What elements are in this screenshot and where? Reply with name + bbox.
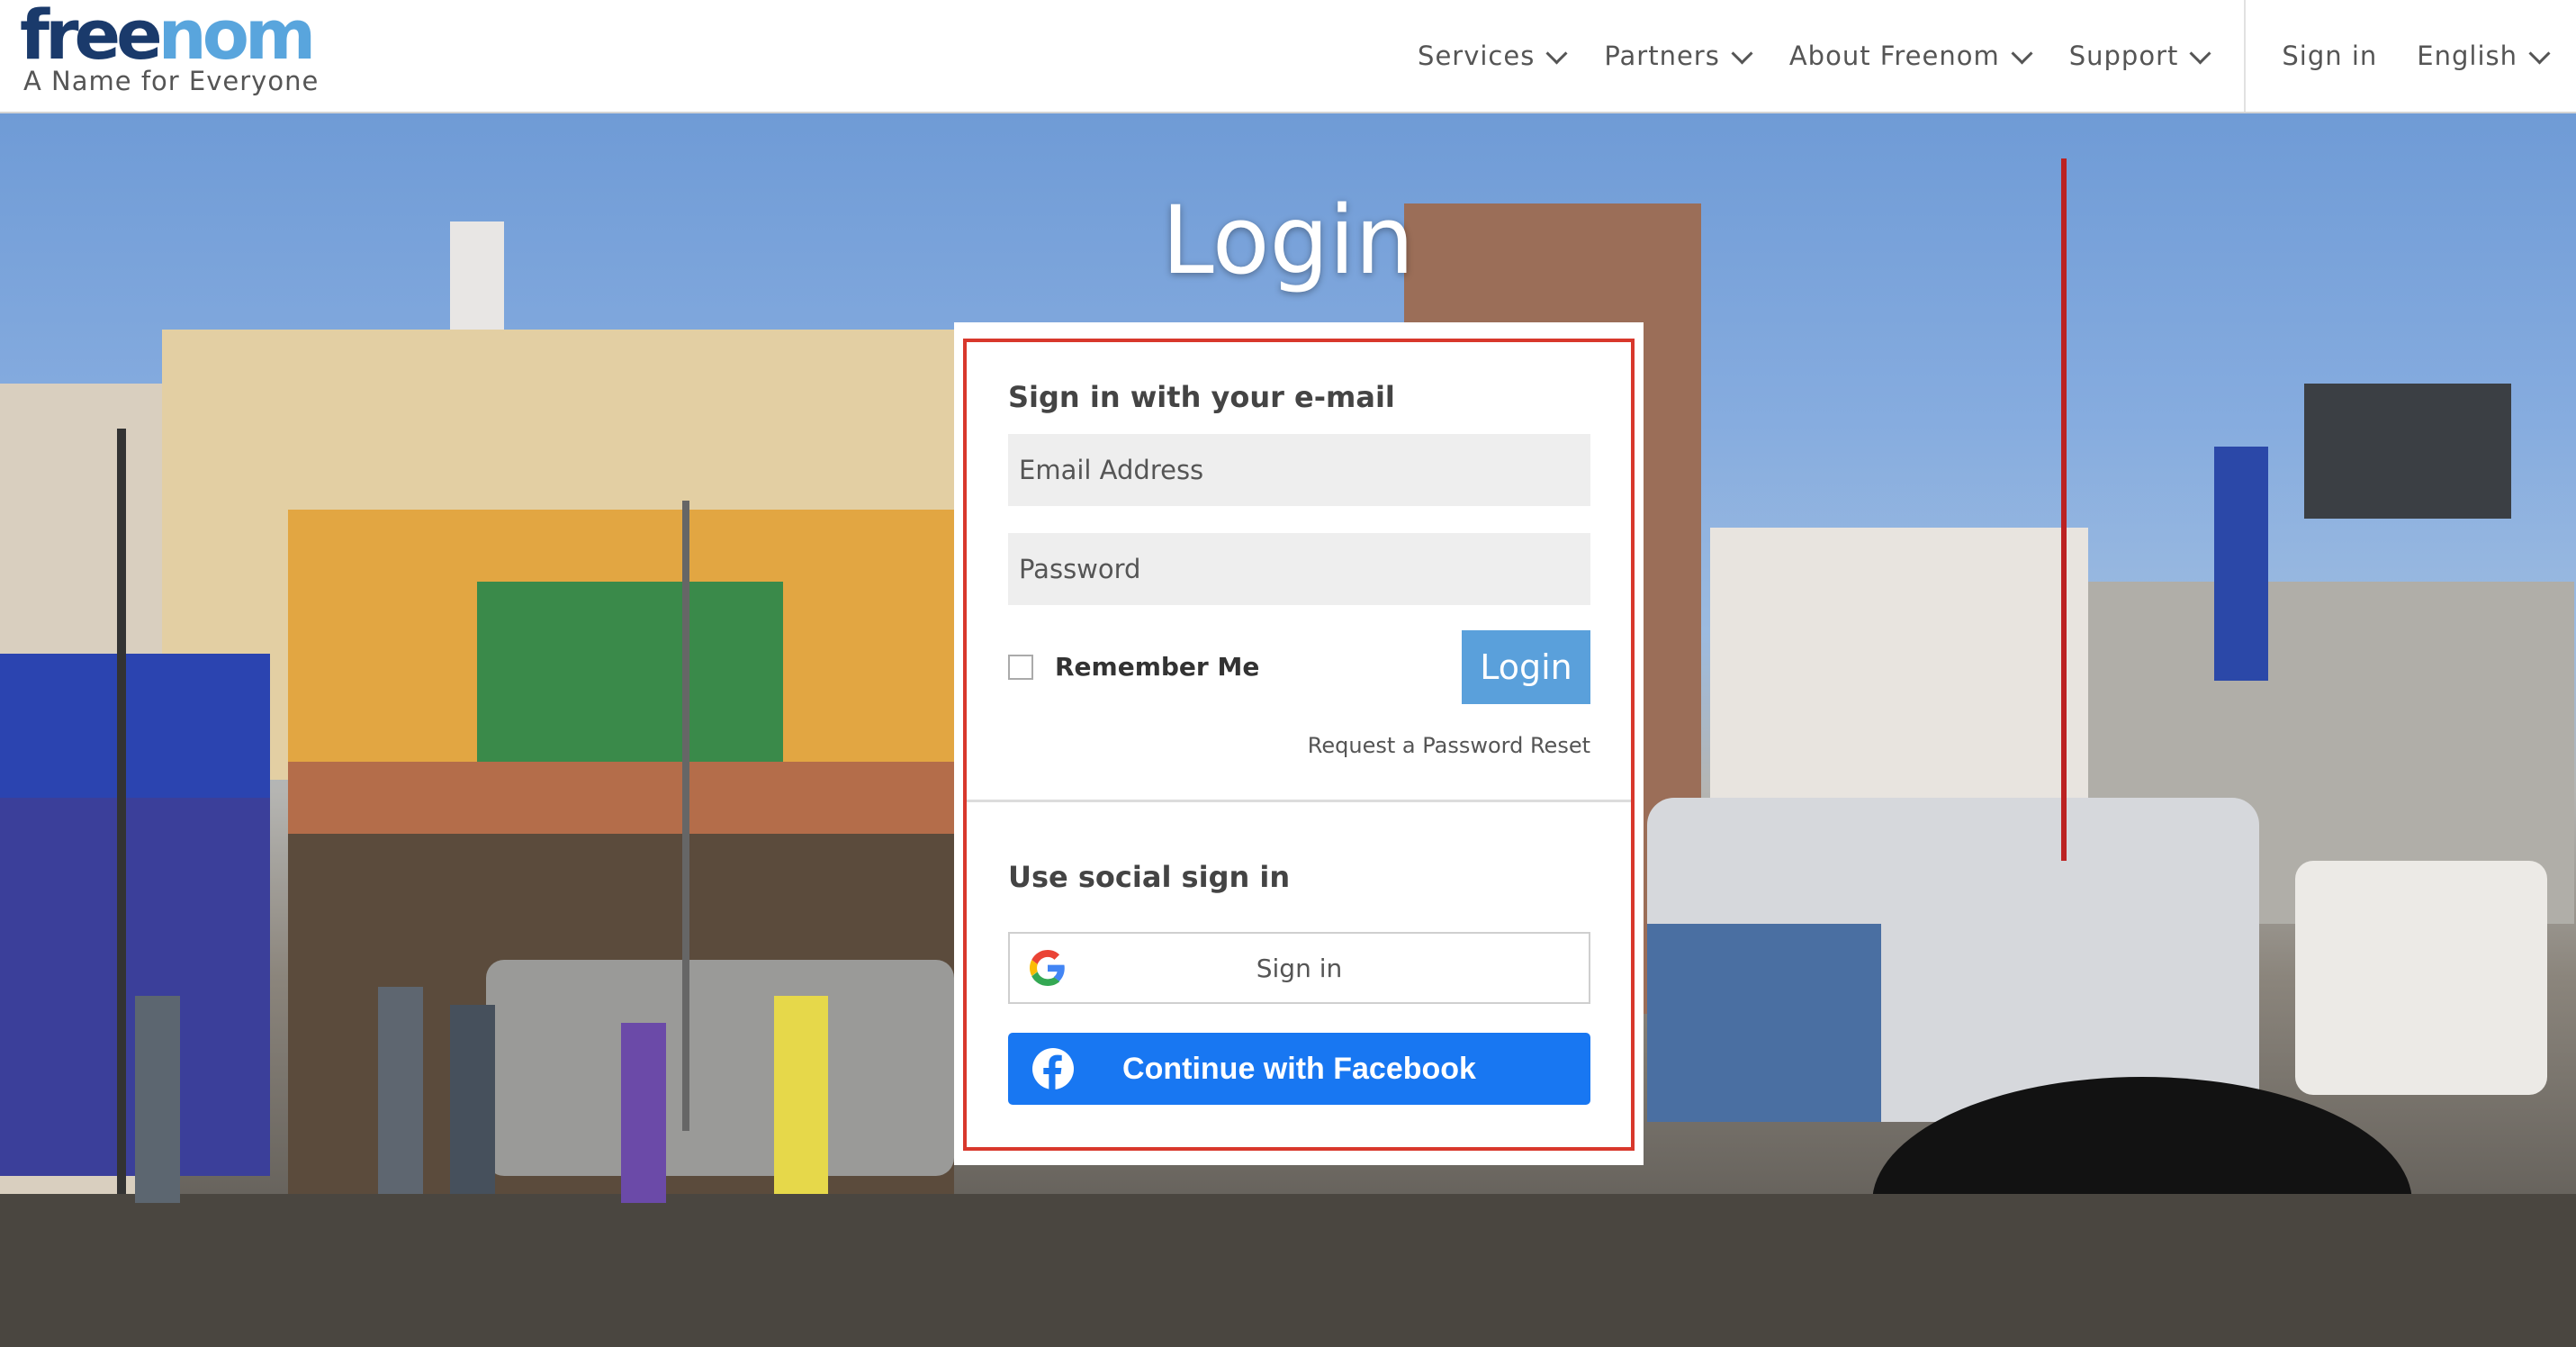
nav-services[interactable]: Services [1418, 41, 1568, 71]
site-header: freenom A Name for Everyone Services Par… [0, 0, 2576, 113]
google-sign-in-button[interactable]: Sign in [1008, 932, 1590, 1004]
google-icon [1030, 950, 1065, 986]
section-divider [967, 800, 1631, 802]
email-input[interactable] [1008, 434, 1590, 506]
chevron-down-icon [2011, 41, 2033, 65]
chevron-down-icon [1731, 41, 1753, 65]
remember-me-label: Remember Me [1055, 652, 1260, 682]
chevron-down-icon [2189, 41, 2211, 65]
password-reset-link[interactable]: Request a Password Reset [1308, 733, 1590, 758]
nav-sign-in[interactable]: Sign in [2282, 41, 2377, 71]
nav-divider [2244, 0, 2247, 112]
facebook-sign-in-button[interactable]: Continue with Facebook [1008, 1033, 1590, 1105]
logo-wordmark: freenom [20, 0, 319, 70]
language-label: English [2417, 41, 2517, 71]
remember-me-checkbox[interactable] [1008, 654, 1033, 680]
email-section-title: Sign in with your e-mail [1008, 380, 1395, 414]
chevron-down-icon [2528, 41, 2551, 65]
logo-word-part2: nom [158, 0, 317, 75]
facebook-icon [1032, 1048, 1074, 1090]
nav-about[interactable]: About Freenom [1788, 41, 2033, 71]
password-input[interactable] [1008, 533, 1590, 605]
chevron-down-icon [1545, 41, 1568, 65]
logo-word-part1: free [20, 0, 163, 75]
main-nav: Services Partners About Freenom Support … [1418, 0, 2576, 112]
remember-me[interactable]: Remember Me [1008, 652, 1259, 682]
page-title: Login [1161, 185, 1415, 295]
nav-sign-in-label: Sign in [2282, 41, 2378, 71]
nav-about-label: About Freenom [1788, 41, 2000, 71]
facebook-sign-in-label: Continue with Facebook [1122, 1051, 1476, 1086]
nav-partners-label: Partners [1604, 41, 1720, 71]
nav-support[interactable]: Support [2068, 41, 2211, 71]
nav-support-label: Support [2068, 41, 2179, 71]
google-sign-in-label: Sign in [1256, 953, 1343, 983]
social-section-title: Use social sign in [1008, 860, 1291, 894]
freenom-logo[interactable]: freenom A Name for Everyone [20, 0, 319, 96]
nav-services-label: Services [1418, 41, 1536, 71]
language-selector[interactable]: English [2417, 41, 2551, 71]
logo-tagline: A Name for Everyone [23, 66, 320, 96]
nav-partners[interactable]: Partners [1604, 41, 1753, 71]
login-button[interactable]: Login [1462, 630, 1590, 704]
